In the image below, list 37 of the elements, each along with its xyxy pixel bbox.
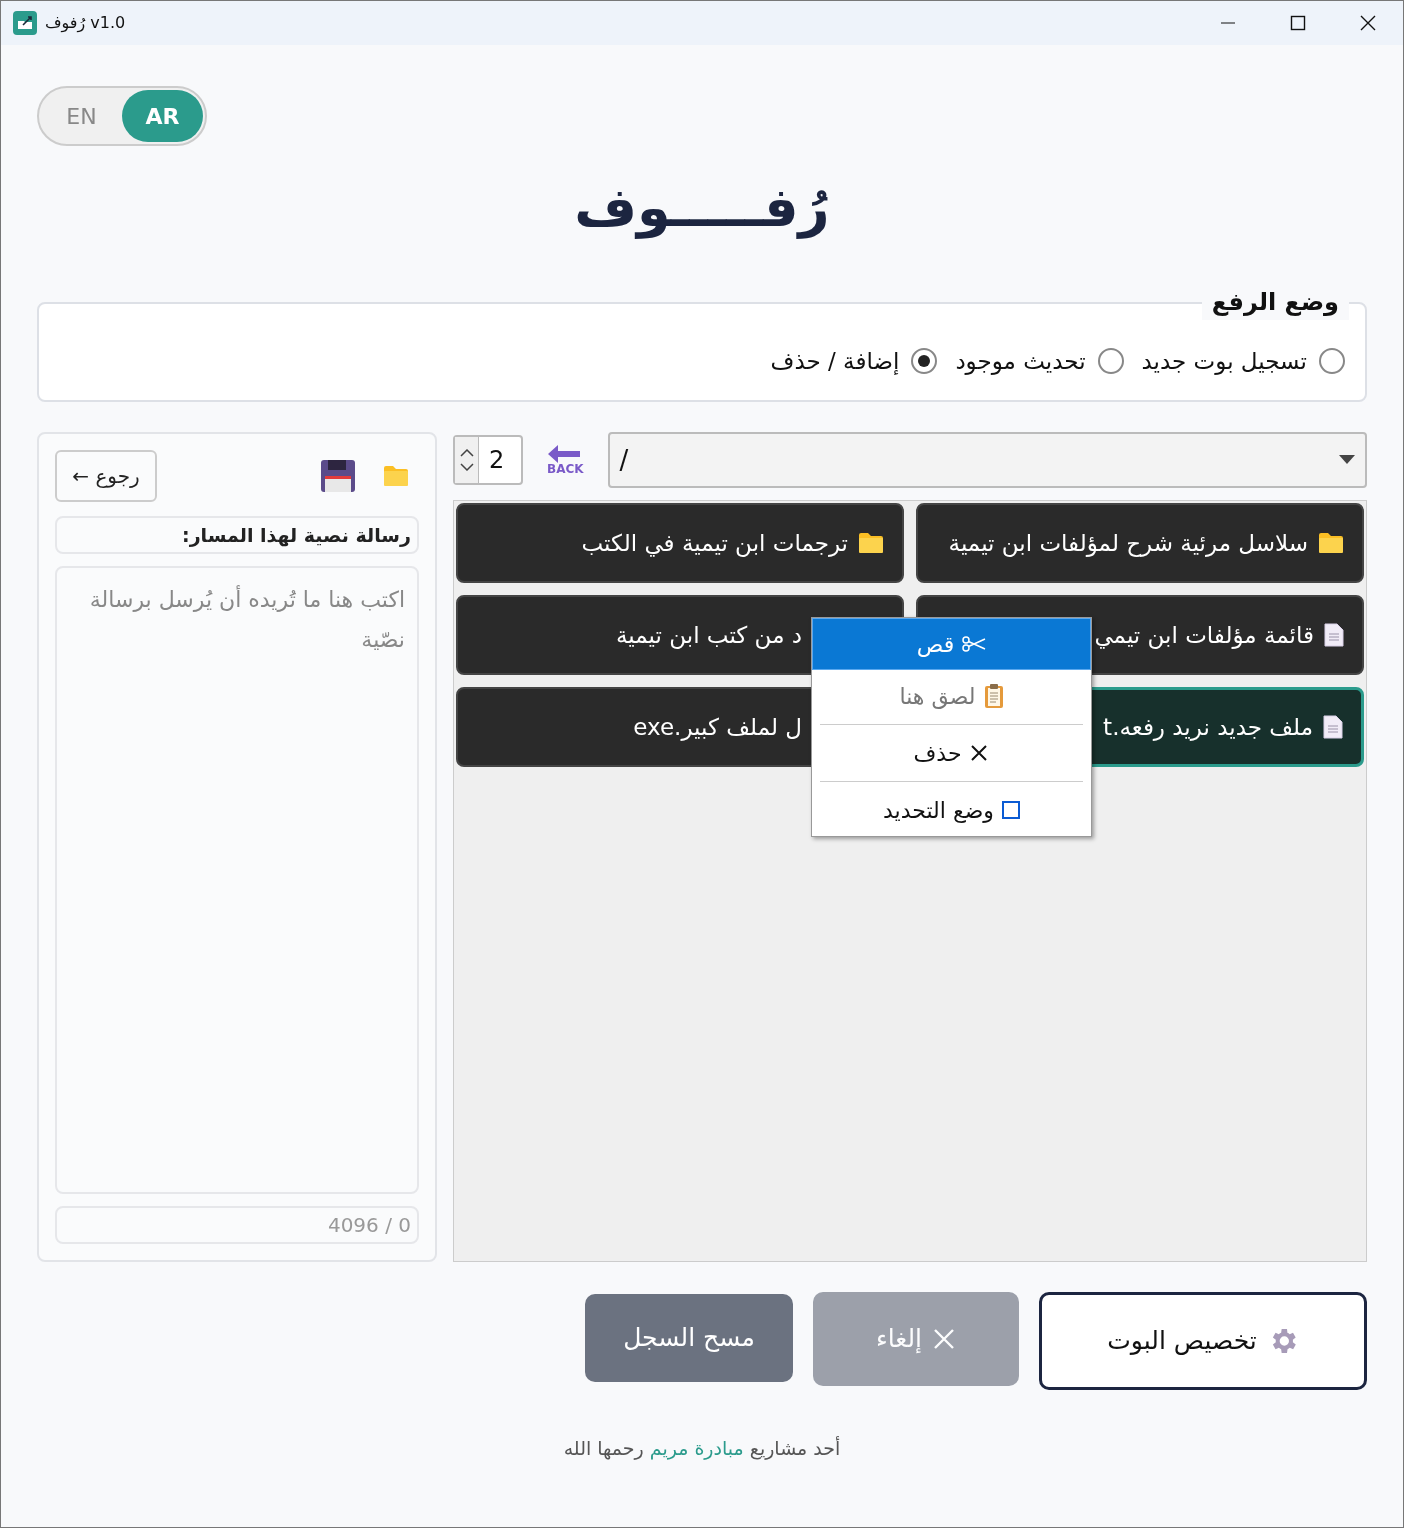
- radio-button[interactable]: [1097, 348, 1124, 375]
- message-label: رسالة نصية لهذا المسار:: [55, 516, 419, 554]
- app-title: رُفـــــوف: [574, 175, 830, 241]
- columns-spinbox[interactable]: 2: [453, 435, 523, 485]
- menu-item[interactable]: قص: [812, 618, 1091, 670]
- folder-tile[interactable]: سلاسل مرئية شرح لمؤلفات ابن تيمية: [916, 503, 1364, 583]
- close-icon: [932, 1327, 956, 1351]
- menu-item[interactable]: وضع التحديد: [812, 784, 1091, 836]
- folder-icon: [1318, 532, 1344, 554]
- clear-button[interactable]: مسح السجل: [585, 1294, 793, 1382]
- window-title: رُفوف v1.0: [45, 12, 126, 35]
- minimize-icon: [1220, 22, 1236, 24]
- folder-icon: [383, 465, 409, 487]
- back-button[interactable]: رجوع ←: [55, 450, 157, 502]
- radio-button[interactable]: [911, 348, 938, 375]
- close-icon: [969, 743, 990, 763]
- close-icon: [1360, 15, 1376, 31]
- folder-tile[interactable]: ترجمات ابن تيمية في الكتب: [456, 503, 904, 583]
- dropdown-arrow-icon: [1339, 455, 1355, 465]
- scissors-icon: [962, 636, 987, 652]
- app-icon: [13, 11, 37, 35]
- folder-icon: [858, 532, 884, 554]
- radio-option[interactable]: تحديث موجود: [955, 344, 1124, 379]
- maximize-icon: [1290, 15, 1306, 31]
- document-icon: [1324, 623, 1344, 647]
- document-icon: [1323, 715, 1343, 739]
- clipboard-icon: [983, 683, 1004, 709]
- radio-option[interactable]: تسجيل بوت جديد: [1141, 344, 1345, 379]
- footer-credit: أحد مشاريع مبادرة مريم رحمها الله: [563, 1435, 841, 1462]
- character-counter: 0 / 4096: [55, 1206, 419, 1244]
- customize-button[interactable]: تخصيص البوت: [1039, 1292, 1367, 1390]
- radio-option[interactable]: إضافة / حذف: [770, 344, 938, 379]
- radio-button[interactable]: [1319, 348, 1345, 375]
- path-dropdown[interactable]: /: [607, 432, 1367, 488]
- checkbox[interactable]: [1001, 801, 1020, 819]
- save-icon[interactable]: [321, 460, 355, 492]
- message-input[interactable]: اكتب هنا ما تُريده أن يُرسل برسالة نصّية: [55, 566, 419, 1194]
